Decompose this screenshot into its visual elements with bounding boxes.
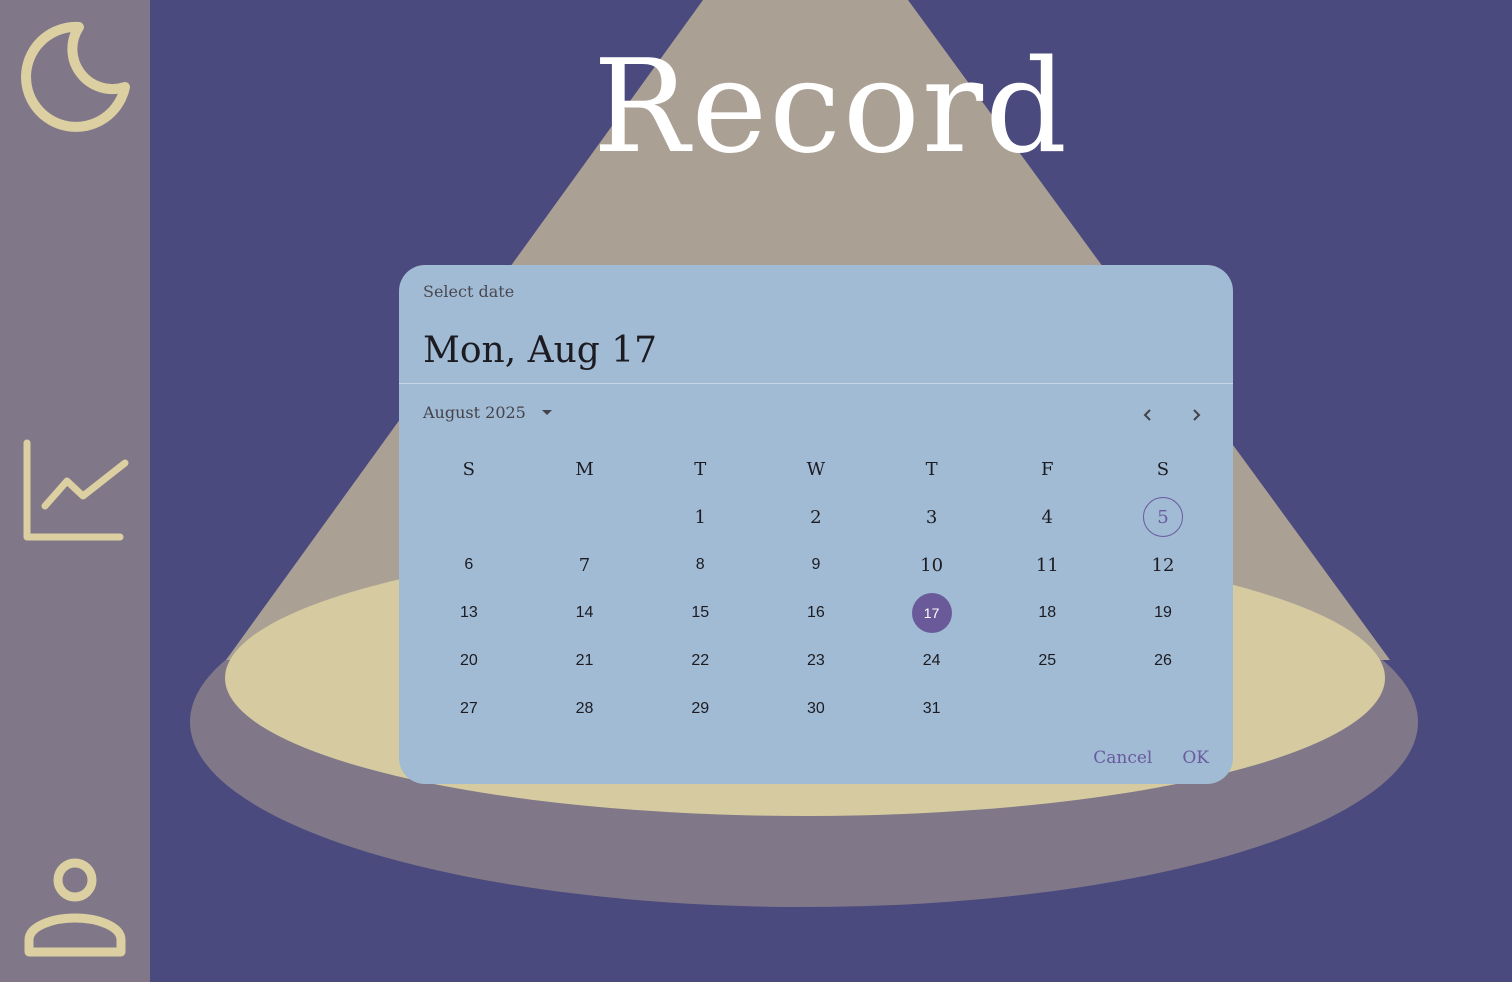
day-button[interactable]: 14 <box>565 593 605 633</box>
cancel-button[interactable]: Cancel <box>1093 748 1152 768</box>
day-button[interactable]: 21 <box>565 641 605 681</box>
chevron-right-icon <box>1193 409 1201 421</box>
dropdown-caret-icon <box>541 410 552 415</box>
day-button[interactable]: 8 <box>680 545 720 585</box>
sidebar-item-moon[interactable] <box>15 15 135 135</box>
weekday-label: T <box>925 458 938 480</box>
dialog-header-label: Select date <box>423 282 515 301</box>
day-button[interactable]: 28 <box>565 689 605 729</box>
day-cell-empty <box>1105 685 1221 733</box>
weekday-label: M <box>575 458 594 480</box>
chevron-left-icon <box>1143 409 1151 421</box>
day-button[interactable]: 25 <box>1027 641 1067 681</box>
day-button[interactable]: 20 <box>449 641 489 681</box>
day-button[interactable]: 10 <box>912 545 952 585</box>
day-cell-empty <box>411 493 527 541</box>
date-picker-dialog: Select date Mon, Aug 17 August 2025 S M … <box>399 265 1233 784</box>
day-button[interactable]: 26 <box>1143 641 1183 681</box>
sidebar-item-chart[interactable] <box>15 431 135 551</box>
day-button[interactable]: 16 <box>796 593 836 633</box>
day-button[interactable]: 13 <box>449 593 489 633</box>
weekday-header-row: S M T W T F S <box>411 445 1221 493</box>
day-button[interactable]: 27 <box>449 689 489 729</box>
person-icon <box>24 858 126 957</box>
week-row: 13 14 15 16 17 18 19 <box>411 589 1221 637</box>
week-row: 1 2 3 4 5 <box>411 493 1221 541</box>
page-title: Record <box>593 33 1069 182</box>
ok-button[interactable]: OK <box>1182 748 1209 768</box>
day-button[interactable]: 15 <box>680 593 720 633</box>
moon-icon <box>21 21 130 132</box>
previous-month-button[interactable] <box>1132 399 1164 431</box>
day-button[interactable]: 29 <box>680 689 720 729</box>
weekday-label: S <box>1156 458 1170 480</box>
week-row: 6 7 8 9 10 11 12 <box>411 541 1221 589</box>
day-button[interactable]: 31 <box>912 689 952 729</box>
day-button[interactable]: 19 <box>1143 593 1183 633</box>
day-button[interactable]: 12 <box>1143 545 1183 585</box>
month-year-selector[interactable]: August 2025 <box>423 403 552 422</box>
weekday-label: S <box>462 458 476 480</box>
day-button[interactable]: 11 <box>1027 545 1067 585</box>
next-month-button[interactable] <box>1180 399 1212 431</box>
calendar-grid: S M T W T F S 1 2 3 4 5 6 7 8 9 10 11 12… <box>411 445 1221 733</box>
week-row: 27 28 29 30 31 <box>411 685 1221 733</box>
weekday-label: W <box>806 458 826 480</box>
divider <box>399 383 1233 384</box>
day-button-today[interactable]: 5 <box>1142 497 1183 537</box>
day-button[interactable]: 1 <box>680 497 720 537</box>
day-button[interactable]: 24 <box>912 641 952 681</box>
day-button[interactable]: 9 <box>796 545 836 585</box>
day-button[interactable]: 22 <box>680 641 720 681</box>
selected-date-headline: Mon, Aug 17 <box>423 330 658 371</box>
day-button[interactable]: 18 <box>1027 593 1067 633</box>
day-button[interactable]: 3 <box>912 497 952 537</box>
sidebar-item-profile[interactable] <box>15 848 135 968</box>
day-button[interactable]: 23 <box>796 641 836 681</box>
sidebar <box>0 0 150 982</box>
day-cell-empty <box>527 493 643 541</box>
dialog-actions: Cancel OK <box>1093 748 1209 768</box>
weekday-label: T <box>694 458 707 480</box>
month-year-label: August 2025 <box>423 403 526 422</box>
day-button-selected[interactable]: 17 <box>911 593 952 633</box>
day-button[interactable]: 30 <box>796 689 836 729</box>
day-button[interactable]: 2 <box>796 497 836 537</box>
weekday-label: F <box>1041 458 1054 480</box>
day-button[interactable]: 6 <box>449 545 489 585</box>
day-button[interactable]: 7 <box>565 545 605 585</box>
day-cell-empty <box>989 685 1105 733</box>
day-button[interactable]: 4 <box>1027 497 1067 537</box>
week-row: 20 21 22 23 24 25 26 <box>411 637 1221 685</box>
chart-icon <box>23 439 129 541</box>
